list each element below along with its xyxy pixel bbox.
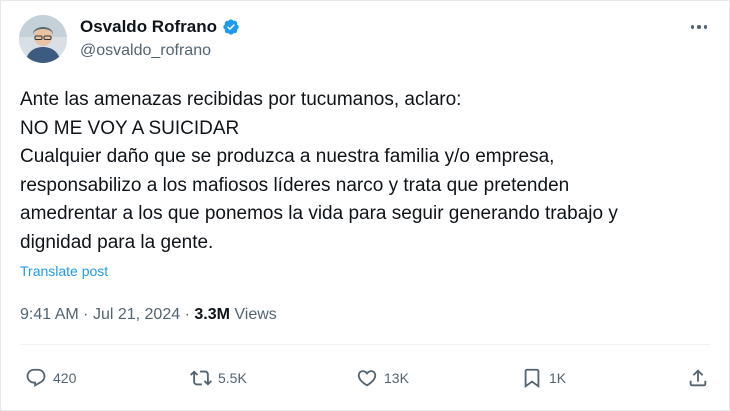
repost-icon	[190, 370, 212, 386]
share-icon	[689, 369, 707, 387]
views-count: 3.3M	[194, 306, 230, 323]
more-icon	[689, 25, 709, 29]
views-label: Views	[234, 306, 277, 323]
translate-link[interactable]: Translate post	[20, 263, 108, 279]
tweet-time[interactable]: 9:41 AM	[20, 306, 79, 323]
action-bar: 420 5.5K 13K 1K	[1, 361, 730, 401]
reply-icon	[26, 368, 46, 387]
bookmark-count: 1K	[549, 370, 567, 386]
like-button[interactable]: 13K	[356, 367, 409, 389]
tweet-date[interactable]: Jul 21, 2024	[93, 306, 180, 323]
author-name-row: Osvaldo Rofrano	[80, 17, 240, 37]
author-name[interactable]: Osvaldo Rofrano	[80, 17, 217, 37]
tweet-line: amedrentar a los que ponemos la vida par…	[20, 203, 618, 224]
more-options-button[interactable]	[685, 17, 713, 37]
tweet-text: Ante las amenazas recibidas por tucumano…	[20, 86, 720, 257]
share-button[interactable]	[687, 367, 709, 389]
bookmark-button[interactable]: 1K	[521, 367, 566, 389]
avatar-image	[19, 15, 67, 63]
reply-button[interactable]: 420	[25, 367, 76, 389]
bookmark-icon	[524, 368, 540, 389]
repost-button[interactable]: 5.5K	[190, 367, 247, 389]
like-icon	[357, 370, 377, 387]
tweet-meta: 9:41 AM · Jul 21, 2024 · 3.3M Views	[20, 306, 277, 324]
repost-count: 5.5K	[218, 370, 247, 386]
divider	[20, 344, 710, 345]
meta-separator: ·	[83, 306, 89, 323]
author-handle[interactable]: @osvaldo_rofrano	[80, 42, 211, 60]
tweet-card: Osvaldo Rofrano @osvaldo_rofrano Ante la…	[0, 0, 730, 411]
reply-count: 420	[53, 370, 77, 386]
avatar[interactable]	[19, 15, 67, 63]
meta-separator: ·	[184, 306, 190, 323]
tweet-line: Ante las amenazas recibidas por tucumano…	[20, 89, 462, 110]
like-count: 13K	[384, 370, 409, 386]
verified-icon	[223, 19, 239, 35]
tweet-line: dignidad para la gente.	[20, 231, 214, 253]
tweet-line: responsabilizo a los mafiosos líderes na…	[20, 174, 570, 196]
tweet-line: Cualquier daño que se produzca a nuestra…	[20, 146, 555, 167]
tweet-line: NO ME VOY A SUICIDAR	[20, 117, 240, 139]
